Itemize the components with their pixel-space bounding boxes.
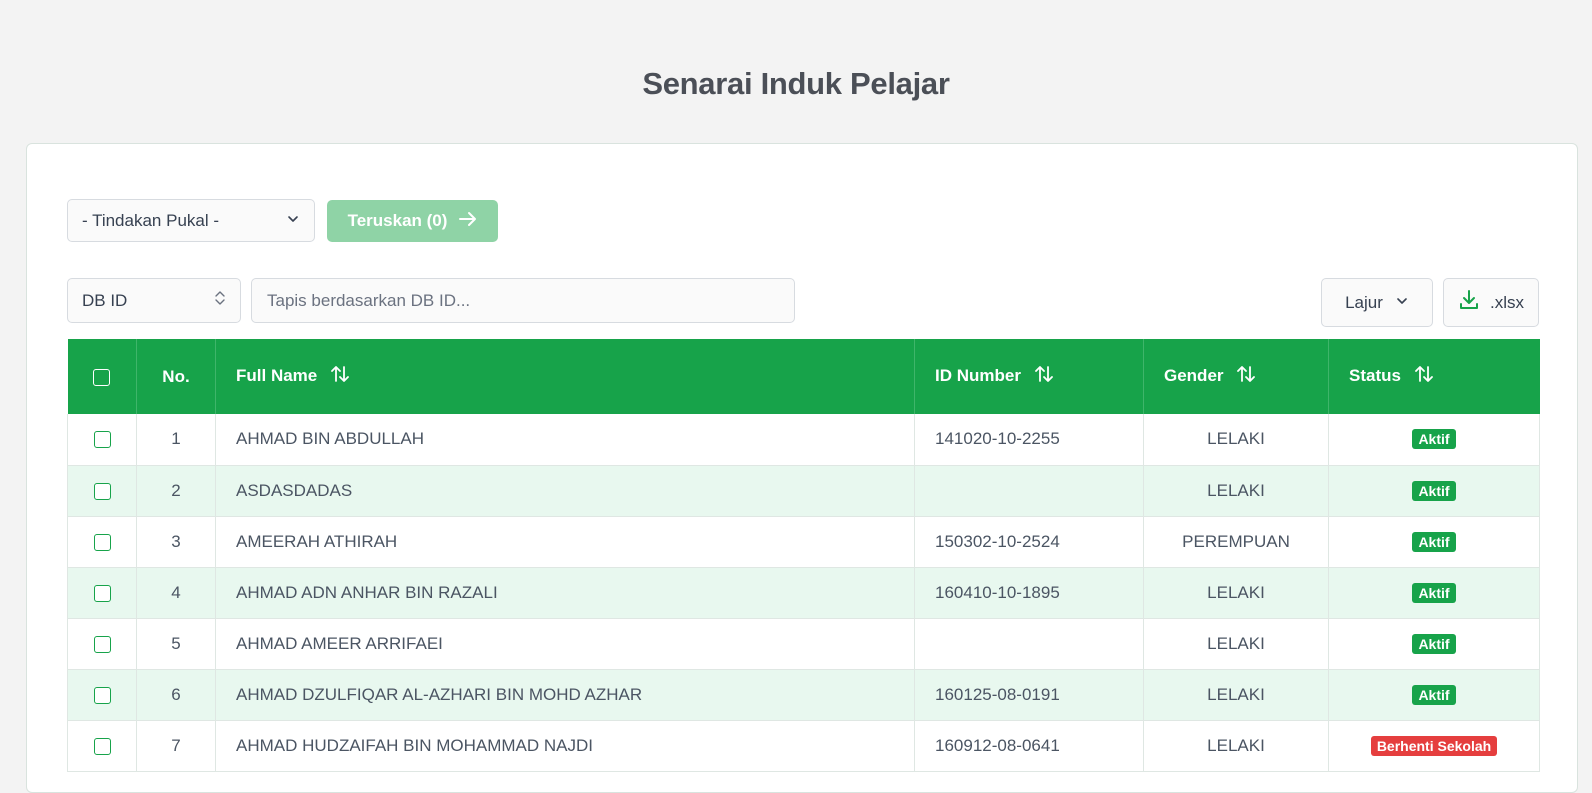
row-status-cell: Aktif [1328, 414, 1540, 466]
proceed-label: Teruskan (0) [347, 211, 448, 230]
row-no: 6 [136, 669, 216, 721]
status-badge: Aktif [1412, 480, 1456, 501]
row-select-cell [67, 516, 137, 568]
row-gender: LELAKI [1143, 567, 1329, 619]
columns-label: Lajur [1345, 292, 1383, 312]
row-checkbox[interactable] [93, 635, 111, 653]
chevron-down-icon [1395, 293, 1409, 313]
row-checkbox[interactable] [93, 533, 111, 551]
table-header-row: No. Full Name ID Number Gender Status [67, 339, 1540, 414]
filter-field-value: DB ID [82, 290, 128, 310]
row-gender: LELAKI [1143, 618, 1329, 670]
row-checkbox[interactable] [93, 431, 111, 449]
row-status-cell: Berhenti Sekolah [1328, 720, 1540, 772]
table-row[interactable]: 2 ASDASDADAS LELAKI Aktif [67, 465, 1540, 517]
row-id-number: 141020-10-2255 [914, 414, 1144, 466]
row-full-name: AHMAD HUDZAIFAH BIN MOHAMMAD NAJDI [215, 720, 915, 772]
row-no: 7 [136, 720, 216, 772]
sort-arrows-icon[interactable] [1034, 365, 1054, 388]
table-row[interactable]: 5 AHMAD AMEER ARRIFAEI LELAKI Aktif [67, 618, 1540, 670]
chevron-down-icon [286, 211, 300, 231]
header-gender-label: Gender [1164, 365, 1224, 385]
select-all-cell [67, 339, 137, 414]
chevron-up-down-icon [214, 289, 226, 312]
download-icon [1458, 289, 1480, 316]
row-no: 3 [136, 516, 216, 568]
row-gender: LELAKI [1143, 720, 1329, 772]
row-no: 4 [136, 567, 216, 619]
row-full-name: AHMAD AMEER ARRIFAEI [215, 618, 915, 670]
row-checkbox[interactable] [93, 482, 111, 500]
bulk-action-select[interactable]: - Tindakan Pukal - [67, 199, 315, 242]
row-gender: LELAKI [1143, 414, 1329, 466]
status-badge: Aktif [1412, 633, 1456, 654]
sort-arrows-icon[interactable] [330, 365, 350, 388]
filter-input[interactable] [251, 278, 795, 323]
table-row[interactable]: 6 AHMAD DZULFIQAR AL-AZHARI BIN MOHD AZH… [67, 669, 1540, 721]
row-id-number [914, 618, 1144, 670]
table-row[interactable]: 1 AHMAD BIN ABDULLAH 141020-10-2255 LELA… [67, 414, 1540, 466]
table-row[interactable]: 4 AHMAD ADN ANHAR BIN RAZALI 160410-10-1… [67, 567, 1540, 619]
filter-field-select[interactable]: DB ID [67, 278, 241, 323]
row-full-name: AHMAD ADN ANHAR BIN RAZALI [215, 567, 915, 619]
select-all-checkbox[interactable] [93, 368, 111, 386]
row-id-number [914, 465, 1144, 517]
status-badge: Aktif [1412, 429, 1456, 450]
row-select-cell [67, 669, 137, 721]
header-status-label: Status [1349, 365, 1401, 385]
row-gender: LELAKI [1143, 465, 1329, 517]
row-id-number: 160125-08-0191 [914, 669, 1144, 721]
export-xlsx-button[interactable]: .xlsx [1443, 278, 1539, 327]
header-full-name[interactable]: Full Name [215, 339, 915, 414]
row-gender: PEREMPUAN [1143, 516, 1329, 568]
bulk-action-value: - Tindakan Pukal - [82, 210, 220, 230]
status-badge: Berhenti Sekolah [1370, 735, 1498, 756]
header-no: No. [136, 339, 216, 414]
table-row[interactable]: 3 AMEERAH ATHIRAH 150302-10-2524 PEREMPU… [67, 516, 1540, 568]
row-id-number: 160912-08-0641 [914, 720, 1144, 772]
row-select-cell [67, 414, 137, 466]
row-gender: LELAKI [1143, 669, 1329, 721]
table-row[interactable]: 7 AHMAD HUDZAIFAH BIN MOHAMMAD NAJDI 160… [67, 720, 1540, 772]
row-select-cell [67, 720, 137, 772]
header-gender[interactable]: Gender [1143, 339, 1329, 414]
status-badge: Aktif [1412, 684, 1456, 705]
page-title: Senarai Induk Pelajar [642, 66, 950, 101]
row-checkbox[interactable] [93, 686, 111, 704]
header-full-name-label: Full Name [236, 365, 318, 385]
row-no: 5 [136, 618, 216, 670]
proceed-button[interactable]: Teruskan (0) [327, 200, 498, 242]
row-select-cell [67, 567, 137, 619]
status-badge: Aktif [1412, 531, 1456, 552]
header-status[interactable]: Status [1328, 339, 1540, 414]
row-status-cell: Aktif [1328, 669, 1540, 721]
columns-button[interactable]: Lajur [1321, 278, 1433, 327]
row-id-number: 150302-10-2524 [914, 516, 1144, 568]
row-select-cell [67, 618, 137, 670]
header-id-number-label: ID Number [935, 365, 1021, 385]
row-status-cell: Aktif [1328, 567, 1540, 619]
row-checkbox[interactable] [93, 737, 111, 755]
sort-arrows-icon[interactable] [1414, 365, 1434, 388]
students-table: No. Full Name ID Number Gender Status 1 … [67, 339, 1540, 772]
row-no: 2 [136, 465, 216, 517]
row-status-cell: Aktif [1328, 618, 1540, 670]
export-label: .xlsx [1490, 292, 1524, 312]
row-full-name: ASDASDADAS [215, 465, 915, 517]
row-full-name: AHMAD DZULFIQAR AL-AZHARI BIN MOHD AZHAR [215, 669, 915, 721]
row-full-name: AMEERAH ATHIRAH [215, 516, 915, 568]
row-no: 1 [136, 414, 216, 466]
row-select-cell [67, 465, 137, 517]
row-status-cell: Aktif [1328, 516, 1540, 568]
status-badge: Aktif [1412, 582, 1456, 603]
row-id-number: 160410-10-1895 [914, 567, 1144, 619]
sort-arrows-icon[interactable] [1236, 365, 1256, 388]
header-id-number[interactable]: ID Number [914, 339, 1144, 414]
row-status-cell: Aktif [1328, 465, 1540, 517]
row-checkbox[interactable] [93, 584, 111, 602]
arrow-right-icon [459, 211, 477, 232]
row-full-name: AHMAD BIN ABDULLAH [215, 414, 915, 466]
